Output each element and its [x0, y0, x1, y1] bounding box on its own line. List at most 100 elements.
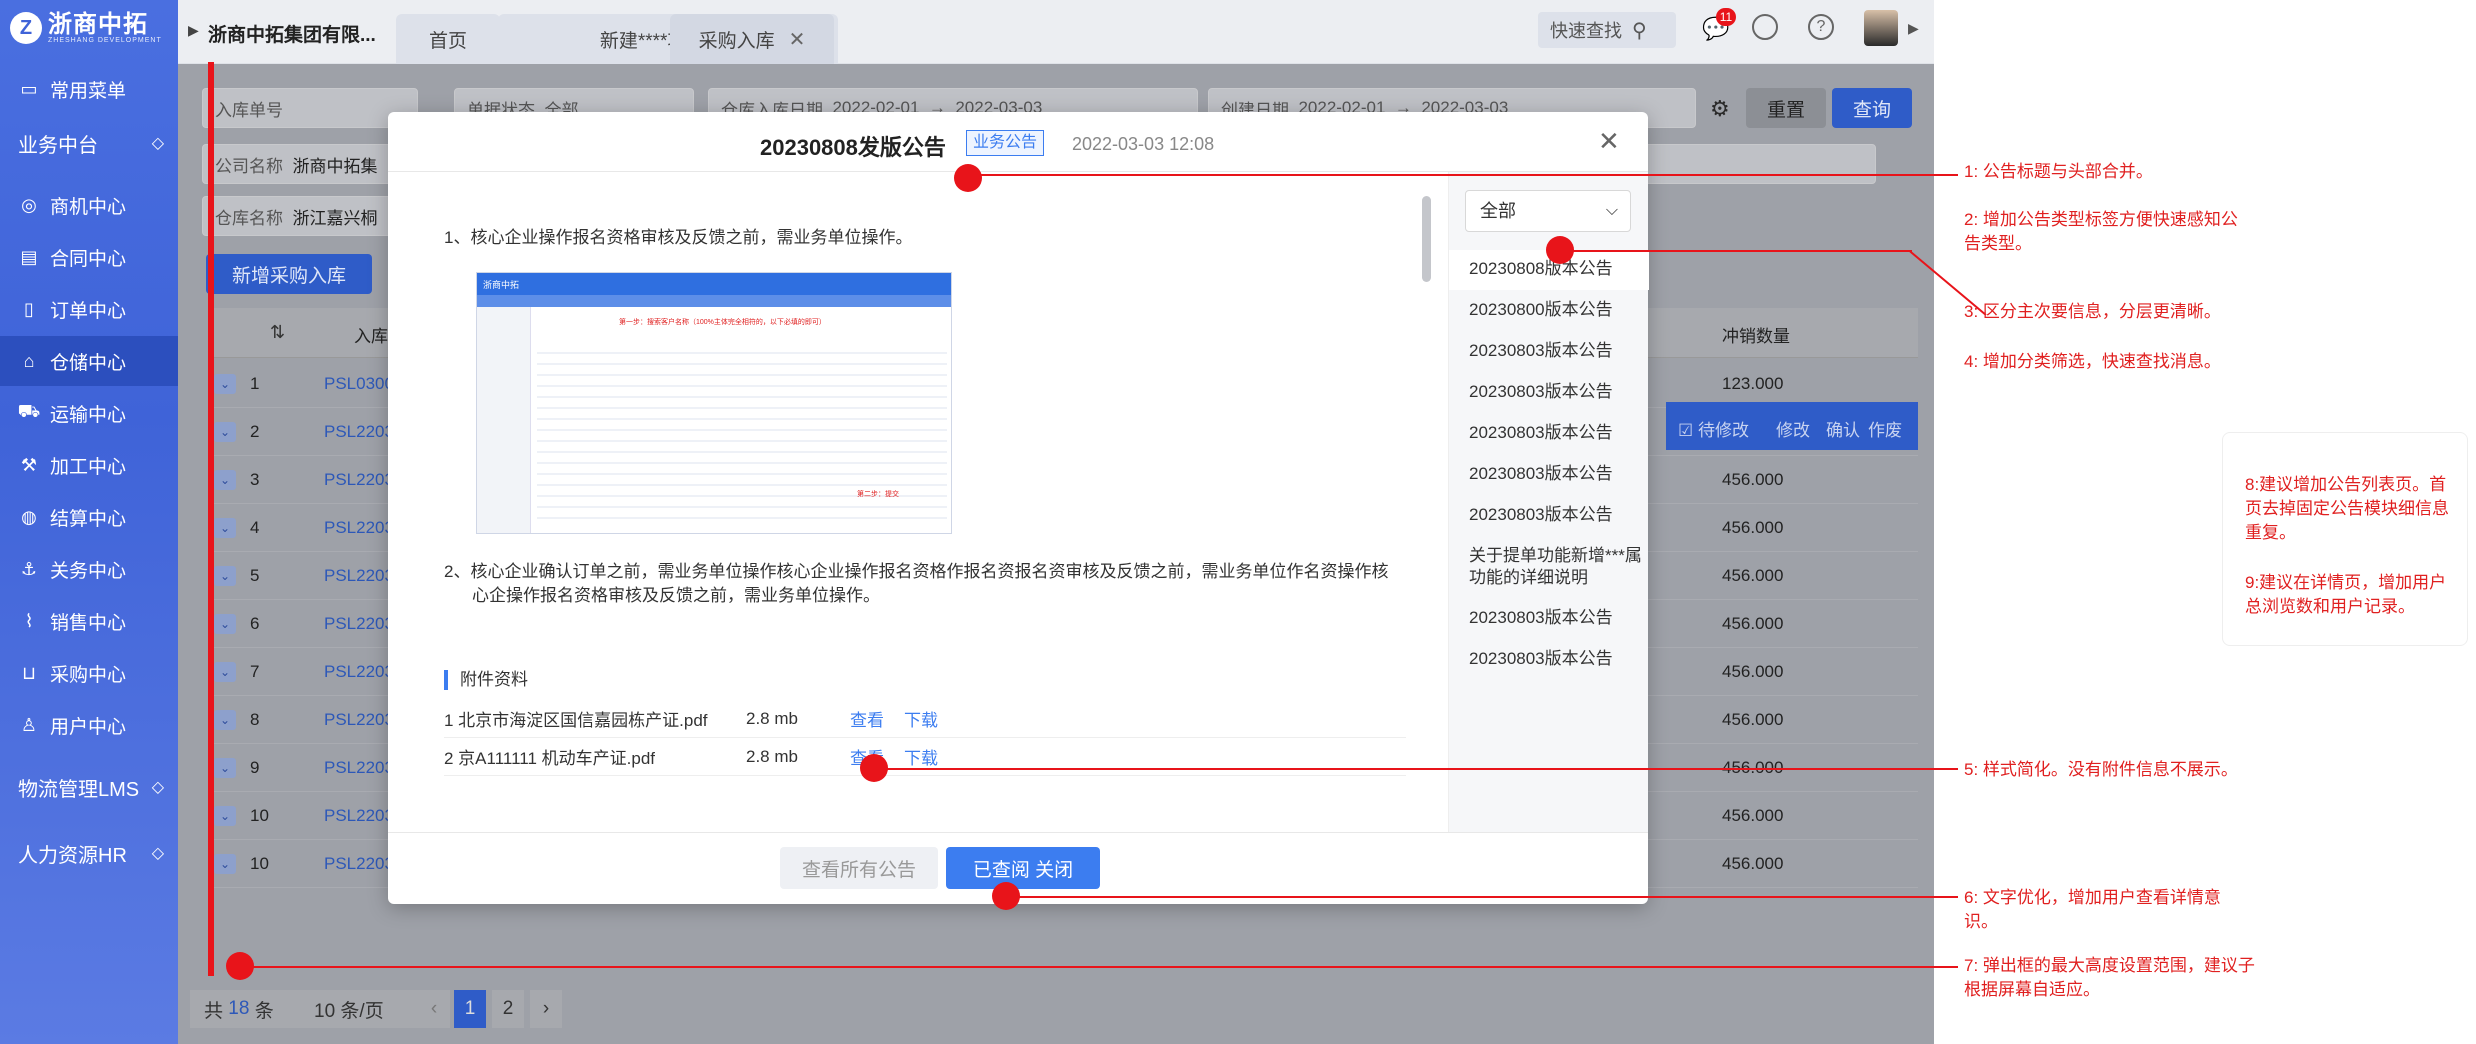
- sidebar-item[interactable]: ⛟ 运输中心: [0, 388, 178, 438]
- row-number: 3: [250, 470, 260, 489]
- gear-icon[interactable]: ⚙: [1710, 96, 1730, 122]
- row-number: 5: [250, 566, 260, 585]
- company-name[interactable]: 浙商中拓集团有限...: [208, 20, 376, 47]
- annotation-7: 7: 弹出框的最大高度设置范围，建议子根据屏幕自适应。: [1964, 956, 2255, 999]
- sidebar-item[interactable]: ◎ 商机中心: [0, 180, 178, 230]
- download-link[interactable]: 下载: [904, 706, 938, 731]
- announcement-list-item[interactable]: 20230803版本公告: [1449, 599, 1649, 639]
- read-close-button[interactable]: 已查阅 关闭: [946, 847, 1100, 889]
- add-purchase-inbound-button[interactable]: 新增采购入库: [206, 254, 372, 294]
- attachment-row: 1 北京市海淀区国信嘉园栋产证.pdf 2.8 mb 查看 下载: [444, 700, 1406, 738]
- row-number: 2: [250, 422, 260, 441]
- expand-row-icon[interactable]: ⌄: [214, 374, 236, 394]
- expand-row-icon[interactable]: ⌄: [214, 566, 236, 586]
- avatar[interactable]: [1864, 10, 1898, 46]
- chevron-down-icon: ⌵: [1605, 202, 1618, 219]
- page-1[interactable]: 1: [454, 990, 486, 1028]
- sidebar-item-label: 订单中心: [50, 300, 127, 322]
- category-filter-select[interactable]: 全部 ⌵: [1465, 190, 1631, 232]
- expand-row-icon[interactable]: ⌄: [214, 758, 236, 778]
- inbound-code-link[interactable]: PSL2203: [324, 422, 394, 442]
- inbound-code-link[interactable]: PSL0300: [324, 374, 394, 394]
- inbound-code-link[interactable]: PSL2203: [324, 710, 394, 730]
- total-prefix: 共: [204, 1000, 224, 1022]
- sidebar-item-label: 结算中心: [50, 508, 127, 530]
- sidebar-item[interactable]: ▭ 常用菜单: [0, 64, 178, 114]
- inbound-code-link[interactable]: PSL2203: [324, 758, 394, 778]
- inbound-code-link[interactable]: PSL2203: [324, 806, 394, 826]
- chevron-icon: ◇: [151, 779, 164, 796]
- expand-row-icon[interactable]: ⌄: [214, 710, 236, 730]
- announcement-list-item[interactable]: 20230803版本公告: [1449, 455, 1649, 495]
- close-icon[interactable]: ✕: [789, 27, 806, 52]
- expand-row-icon[interactable]: ⌄: [214, 614, 236, 634]
- sidebar-item[interactable]: ⊔ 采购中心: [0, 648, 178, 698]
- confirm-link[interactable]: 确认: [1826, 416, 1860, 441]
- announcement-list-item[interactable]: 20230803版本公告: [1449, 332, 1649, 372]
- page-size-select[interactable]: 10 条/页: [302, 990, 422, 1028]
- quick-search[interactable]: 快速查找 ⚲: [1538, 12, 1676, 48]
- expand-row-icon[interactable]: ⌄: [214, 662, 236, 682]
- column-settings-icon[interactable]: ⇅: [270, 322, 285, 343]
- expand-icon[interactable]: ▶: [188, 22, 199, 39]
- expand-row-icon[interactable]: ⌄: [214, 854, 236, 874]
- help-icon[interactable]: ?: [1808, 14, 1834, 40]
- inbound-code-link[interactable]: PSL2203: [324, 566, 394, 586]
- void-link[interactable]: 作废: [1868, 416, 1902, 441]
- announcement-type-tag: 业务公告: [966, 130, 1045, 156]
- chart-icon: ⌇: [24, 610, 34, 631]
- sidebar-item[interactable]: ⚓ 关务中心: [0, 544, 178, 594]
- expand-row-icon[interactable]: ⌄: [214, 806, 236, 826]
- expand-row-icon[interactable]: ⌄: [214, 470, 236, 490]
- view-all-button[interactable]: 查看所有公告: [780, 847, 938, 889]
- next-page-icon[interactable]: ›: [530, 990, 562, 1028]
- reset-button[interactable]: 重置: [1746, 88, 1826, 128]
- prev-page-icon[interactable]: ‹: [418, 990, 450, 1028]
- sidebar-group[interactable]: 物流管理LMS ◇: [0, 762, 178, 812]
- caret-right-icon[interactable]: ▶: [1908, 20, 1919, 37]
- sidebar-item[interactable]: ⚒ 加工中心: [0, 440, 178, 490]
- sidebar-item[interactable]: ⌂ 仓储中心: [0, 336, 178, 386]
- inbound-code-link[interactable]: PSL2203: [324, 662, 394, 682]
- tab-home[interactable]: 首页: [396, 14, 500, 64]
- qty-cell: 456.000: [1722, 662, 1784, 681]
- announcement-list-item[interactable]: 20230803版本公告: [1449, 414, 1649, 454]
- sidebar-group[interactable]: 业务中台 ◇: [0, 118, 178, 168]
- view-link[interactable]: 查看: [850, 706, 884, 731]
- inbound-code-link[interactable]: PSL2203: [324, 614, 394, 634]
- announcement-list-item[interactable]: 20230803版本公告: [1449, 640, 1649, 680]
- inbound-code-link[interactable]: PSL2203: [324, 854, 394, 874]
- announcement-list-panel: 全部 ⌵ 20230808版本公告 20230800版本公告 20230803版本公告…: [1448, 172, 1649, 832]
- announcement-list-item[interactable]: 20230800版本公告: [1449, 291, 1649, 331]
- sidebar-item[interactable]: ▯ 订单中心: [0, 284, 178, 334]
- attachments-title: 附件资料: [444, 670, 528, 690]
- announcement-list-item[interactable]: 20230803版本公告: [1449, 373, 1649, 413]
- announcement-list-item[interactable]: 20230803版本公告: [1449, 496, 1649, 536]
- pending-checkbox[interactable]: ☑ 待修改: [1678, 416, 1749, 441]
- close-icon[interactable]: ✕: [1598, 126, 1620, 157]
- edit-link[interactable]: 修改: [1776, 416, 1810, 441]
- announcement-list-item[interactable]: 关于提单功能新增***属功能的详细说明: [1449, 537, 1649, 591]
- download-link[interactable]: 下载: [904, 744, 938, 769]
- expand-row-icon[interactable]: ⌄: [214, 422, 236, 442]
- sidebar-item[interactable]: ⌇ 销售中心: [0, 596, 178, 646]
- query-button[interactable]: 查询: [1832, 88, 1912, 128]
- scrollbar-thumb[interactable]: [1422, 196, 1431, 282]
- row-number: 9: [250, 758, 260, 777]
- sidebar-group[interactable]: 人力资源HR ◇: [0, 828, 178, 878]
- inbound-code-link[interactable]: PSL2203: [324, 470, 394, 490]
- sidebar-item-label: 销售中心: [50, 612, 127, 634]
- warehouse-icon: ⌂: [23, 350, 35, 371]
- inbound-no-input[interactable]: 入库单号: [202, 88, 418, 128]
- sidebar-item[interactable]: ▤ 合同中心: [0, 232, 178, 282]
- screenshot-image: 浙商中拓 第一步：搜索客户名称（100%主体完全相符的，以下必填的即可） 第二步…: [476, 272, 952, 534]
- tab-purchase-inbound[interactable]: 采购入库 ✕: [670, 14, 834, 64]
- sidebar-item-label: 运输中心: [50, 404, 127, 426]
- sidebar-item[interactable]: ♙ 用户中心: [0, 700, 178, 750]
- expand-row-icon[interactable]: ⌄: [214, 518, 236, 538]
- inbound-code-link[interactable]: PSL2203: [324, 518, 394, 538]
- sidebar-item[interactable]: ◍ 结算中心: [0, 492, 178, 542]
- search-icon: ⚲: [1632, 19, 1647, 42]
- chat-icon[interactable]: [1752, 14, 1778, 40]
- page-2[interactable]: 2: [492, 990, 524, 1028]
